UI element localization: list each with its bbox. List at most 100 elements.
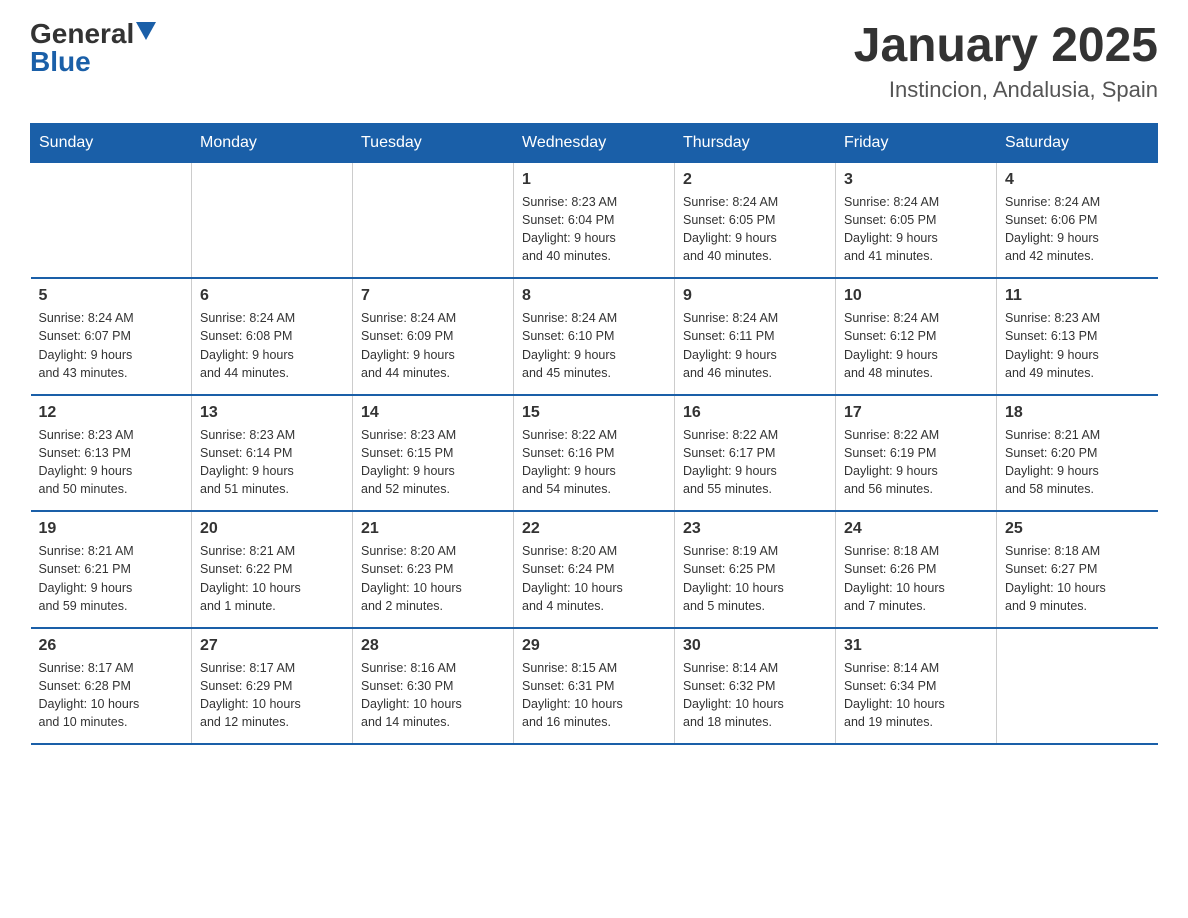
day-number: 12 — [39, 404, 184, 422]
calendar-cell — [353, 162, 514, 278]
calendar-cell: 28 Sunrise: 8:16 AMSunset: 6:30 PMDayligh… — [353, 628, 514, 745]
calendar-cell: 30Sunrise: 8:14 AMSunset: 6:32 PMDayligh… — [675, 628, 836, 745]
day-info: Sunrise: 8:23 AMSunset: 6:15 PMDaylight:… — [361, 426, 505, 499]
calendar-cell: 21Sunrise: 8:20 AMSunset: 6:23 PMDayligh… — [353, 511, 514, 628]
day-number: 6 — [200, 287, 344, 305]
day-info: Sunrise: 8:24 AMSunset: 6:05 PMDaylight:… — [683, 193, 827, 266]
day-info: Sunrise: 8:21 AMSunset: 6:21 PMDaylight:… — [39, 542, 184, 615]
logo-triangle-icon — [136, 22, 156, 40]
day-number: 5 — [39, 287, 184, 305]
day-info: Sunrise: 8:18 AMSunset: 6:27 PMDaylight:… — [1005, 542, 1150, 615]
day-number: 24 — [844, 520, 988, 538]
calendar-cell: 2 Sunrise: 8:24 AMSunset: 6:05 PMDaylight… — [675, 162, 836, 278]
day-info: Sunrise: 8:15 AMSunset: 6:31 PMDaylight:… — [522, 659, 666, 732]
day-info: Sunrise: 8:21 AMSunset: 6:22 PMDaylight:… — [200, 542, 344, 615]
calendar-cell: 20 Sunrise: 8:21 AMSunset: 6:22 PMDayligh… — [192, 511, 353, 628]
month-title: January 2025 — [854, 20, 1158, 73]
calendar-cell: 26 Sunrise: 8:17 AMSunset: 6:28 PMDayligh… — [31, 628, 192, 745]
day-number: 11 — [1005, 287, 1150, 305]
day-number: 4 — [1005, 171, 1150, 189]
calendar-cell: 14 Sunrise: 8:23 AMSunset: 6:15 PMDayligh… — [353, 395, 514, 512]
calendar-cell: 8 Sunrise: 8:24 AMSunset: 6:10 PMDaylight… — [514, 278, 675, 395]
day-number: 9 — [683, 287, 827, 305]
day-number: 26 — [39, 637, 184, 655]
calendar-cell: 4 Sunrise: 8:24 AMSunset: 6:06 PMDaylight… — [997, 162, 1158, 278]
day-info: Sunrise: 8:21 AMSunset: 6:20 PMDaylight:… — [1005, 426, 1150, 499]
day-number: 28 — [361, 637, 505, 655]
location-title: Instincion, Andalusia, Spain — [854, 77, 1158, 103]
calendar-cell: 31 Sunrise: 8:14 AMSunset: 6:34 PMDayligh… — [836, 628, 997, 745]
day-info: Sunrise: 8:16 AMSunset: 6:30 PMDaylight:… — [361, 659, 505, 732]
calendar-cell: 11Sunrise: 8:23 AMSunset: 6:13 PMDayligh… — [997, 278, 1158, 395]
day-info: Sunrise: 8:19 AMSunset: 6:25 PMDaylight:… — [683, 542, 827, 615]
calendar-cell: 27 Sunrise: 8:17 AMSunset: 6:29 PMDayligh… — [192, 628, 353, 745]
day-number: 3 — [844, 171, 988, 189]
day-number: 29 — [522, 637, 666, 655]
day-info: Sunrise: 8:24 AMSunset: 6:11 PMDaylight:… — [683, 309, 827, 382]
header-thursday: Thursday — [675, 123, 836, 162]
day-info: Sunrise: 8:22 AMSunset: 6:19 PMDaylight:… — [844, 426, 988, 499]
title-section: January 2025 Instincion, Andalusia, Spai… — [854, 20, 1158, 103]
calendar-week-4: 19 Sunrise: 8:21 AMSunset: 6:21 PMDayligh… — [31, 511, 1158, 628]
day-number: 27 — [200, 637, 344, 655]
day-number: 8 — [522, 287, 666, 305]
day-number: 13 — [200, 404, 344, 422]
header-sunday: Sunday — [31, 123, 192, 162]
day-number: 20 — [200, 520, 344, 538]
calendar-cell: 3 Sunrise: 8:24 AMSunset: 6:05 PMDaylight… — [836, 162, 997, 278]
day-number: 15 — [522, 404, 666, 422]
header-monday: Monday — [192, 123, 353, 162]
day-number: 21 — [361, 520, 505, 538]
day-info: Sunrise: 8:24 AMSunset: 6:10 PMDaylight:… — [522, 309, 666, 382]
header-wednesday: Wednesday — [514, 123, 675, 162]
calendar-week-2: 5 Sunrise: 8:24 AMSunset: 6:07 PMDaylight… — [31, 278, 1158, 395]
day-info: Sunrise: 8:24 AMSunset: 6:12 PMDaylight:… — [844, 309, 988, 382]
day-info: Sunrise: 8:24 AMSunset: 6:06 PMDaylight:… — [1005, 193, 1150, 266]
calendar-cell: 13Sunrise: 8:23 AMSunset: 6:14 PMDayligh… — [192, 395, 353, 512]
logo-blue-text: Blue — [30, 48, 91, 76]
day-number: 30 — [683, 637, 827, 655]
day-number: 7 — [361, 287, 505, 305]
day-info: Sunrise: 8:23 AMSunset: 6:13 PMDaylight:… — [39, 426, 184, 499]
day-number: 25 — [1005, 520, 1150, 538]
calendar-cell: 16Sunrise: 8:22 AMSunset: 6:17 PMDayligh… — [675, 395, 836, 512]
day-info: Sunrise: 8:24 AMSunset: 6:08 PMDaylight:… — [200, 309, 344, 382]
calendar-cell: 15 Sunrise: 8:22 AMSunset: 6:16 PMDayligh… — [514, 395, 675, 512]
calendar-cell: 5 Sunrise: 8:24 AMSunset: 6:07 PMDaylight… — [31, 278, 192, 395]
day-number: 18 — [1005, 404, 1150, 422]
day-info: Sunrise: 8:24 AMSunset: 6:07 PMDaylight:… — [39, 309, 184, 382]
calendar-header-row: SundayMondayTuesdayWednesdayThursdayFrid… — [31, 123, 1158, 162]
header-tuesday: Tuesday — [353, 123, 514, 162]
calendar-cell: 17Sunrise: 8:22 AMSunset: 6:19 PMDayligh… — [836, 395, 997, 512]
logo: General Blue — [30, 20, 156, 76]
day-info: Sunrise: 8:24 AMSunset: 6:05 PMDaylight:… — [844, 193, 988, 266]
day-info: Sunrise: 8:24 AMSunset: 6:09 PMDaylight:… — [361, 309, 505, 382]
day-number: 19 — [39, 520, 184, 538]
calendar-cell: 1Sunrise: 8:23 AMSunset: 6:04 PMDaylight… — [514, 162, 675, 278]
calendar-cell: 9 Sunrise: 8:24 AMSunset: 6:11 PMDaylight… — [675, 278, 836, 395]
calendar-cell: 7 Sunrise: 8:24 AMSunset: 6:09 PMDaylight… — [353, 278, 514, 395]
logo-general-text: General — [30, 20, 134, 48]
day-info: Sunrise: 8:17 AMSunset: 6:28 PMDaylight:… — [39, 659, 184, 732]
day-number: 2 — [683, 171, 827, 189]
calendar-cell: 6 Sunrise: 8:24 AMSunset: 6:08 PMDaylight… — [192, 278, 353, 395]
day-number: 22 — [522, 520, 666, 538]
calendar-cell: 18 Sunrise: 8:21 AMSunset: 6:20 PMDayligh… — [997, 395, 1158, 512]
page-header: General Blue January 2025 Instincion, An… — [30, 20, 1158, 103]
day-info: Sunrise: 8:17 AMSunset: 6:29 PMDaylight:… — [200, 659, 344, 732]
day-info: Sunrise: 8:22 AMSunset: 6:16 PMDaylight:… — [522, 426, 666, 499]
day-number: 31 — [844, 637, 988, 655]
day-number: 16 — [683, 404, 827, 422]
calendar-cell — [192, 162, 353, 278]
calendar-week-5: 26 Sunrise: 8:17 AMSunset: 6:28 PMDayligh… — [31, 628, 1158, 745]
day-number: 23 — [683, 520, 827, 538]
day-number: 14 — [361, 404, 505, 422]
calendar-cell: 12 Sunrise: 8:23 AMSunset: 6:13 PMDayligh… — [31, 395, 192, 512]
calendar-cell: 29 Sunrise: 8:15 AMSunset: 6:31 PMDayligh… — [514, 628, 675, 745]
calendar-week-1: 1Sunrise: 8:23 AMSunset: 6:04 PMDaylight… — [31, 162, 1158, 278]
day-info: Sunrise: 8:14 AMSunset: 6:34 PMDaylight:… — [844, 659, 988, 732]
header-friday: Friday — [836, 123, 997, 162]
calendar-cell: 25 Sunrise: 8:18 AMSunset: 6:27 PMDayligh… — [997, 511, 1158, 628]
day-info: Sunrise: 8:18 AMSunset: 6:26 PMDaylight:… — [844, 542, 988, 615]
calendar-week-3: 12 Sunrise: 8:23 AMSunset: 6:13 PMDayligh… — [31, 395, 1158, 512]
